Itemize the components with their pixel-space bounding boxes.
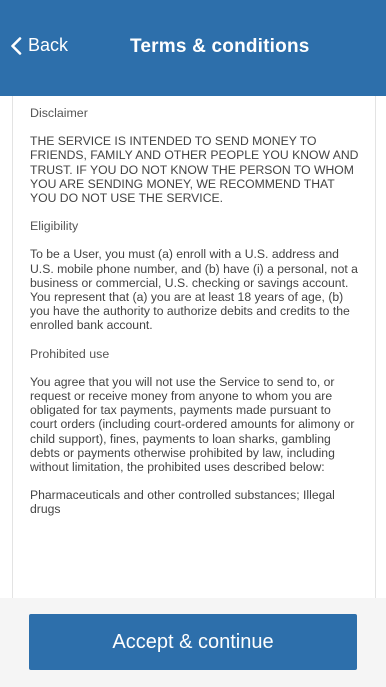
footer-area: Accept & continue — [0, 598, 386, 687]
section-body-disclaimer: THE SERVICE IS INTENDED TO SEND MONEY TO… — [30, 134, 359, 206]
terms-scroll-area[interactable]: Disclaimer THE SERVICE IS INTENDED TO SE… — [12, 96, 376, 598]
scroll-fade — [13, 584, 375, 598]
terms-text: Disclaimer THE SERVICE IS INTENDED TO SE… — [13, 96, 375, 517]
chevron-left-icon — [10, 36, 22, 55]
section-heading-disclaimer: Disclaimer — [30, 106, 88, 120]
section-heading-eligibility: Eligibility — [30, 219, 79, 234]
section-trailing-text: Pharmaceuticals and other controlled sub… — [30, 488, 335, 517]
accept-continue-button[interactable]: Accept & continue — [29, 614, 357, 670]
page-title: Terms & conditions — [130, 36, 310, 57]
section-body-prohibited-use: You agree that you will not use the Serv… — [30, 374, 355, 475]
section-body-eligibility: To be a User, you must (a) enroll with a… — [30, 247, 358, 333]
nav-bar: Back Terms & conditions — [0, 0, 386, 96]
section-heading-prohibited-use: Prohibited use — [30, 346, 110, 361]
back-label: Back — [28, 35, 69, 55]
back-button[interactable]: Back — [10, 35, 68, 56]
terms-screen: Back Terms & conditions Disclaimer THE S… — [0, 0, 386, 687]
